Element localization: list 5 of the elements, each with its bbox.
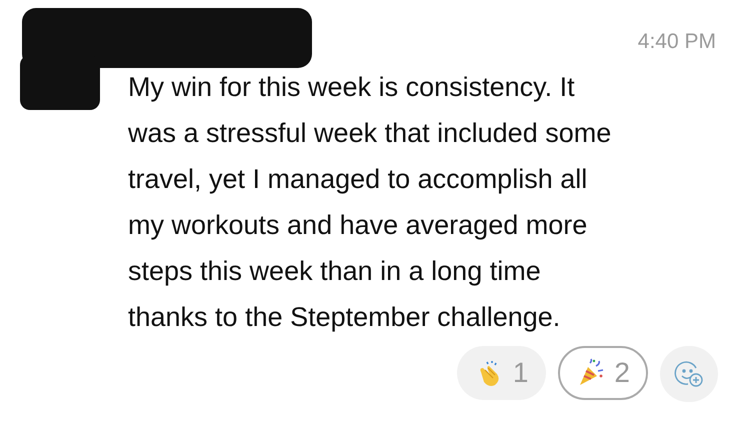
reaction-button[interactable]: 1 [456,346,546,400]
add-emoji-icon [674,358,704,388]
message-time: 4:40 PM [638,29,716,55]
message-text: My win for this week is consistency. It was a stressful week that included some travel, yet I managed to accomplish all my workouts and have averaged more steps this week than in a long time thanks to the Steptember challenge. [128,70,612,334]
reaction-button[interactable]: 2 [558,346,648,400]
